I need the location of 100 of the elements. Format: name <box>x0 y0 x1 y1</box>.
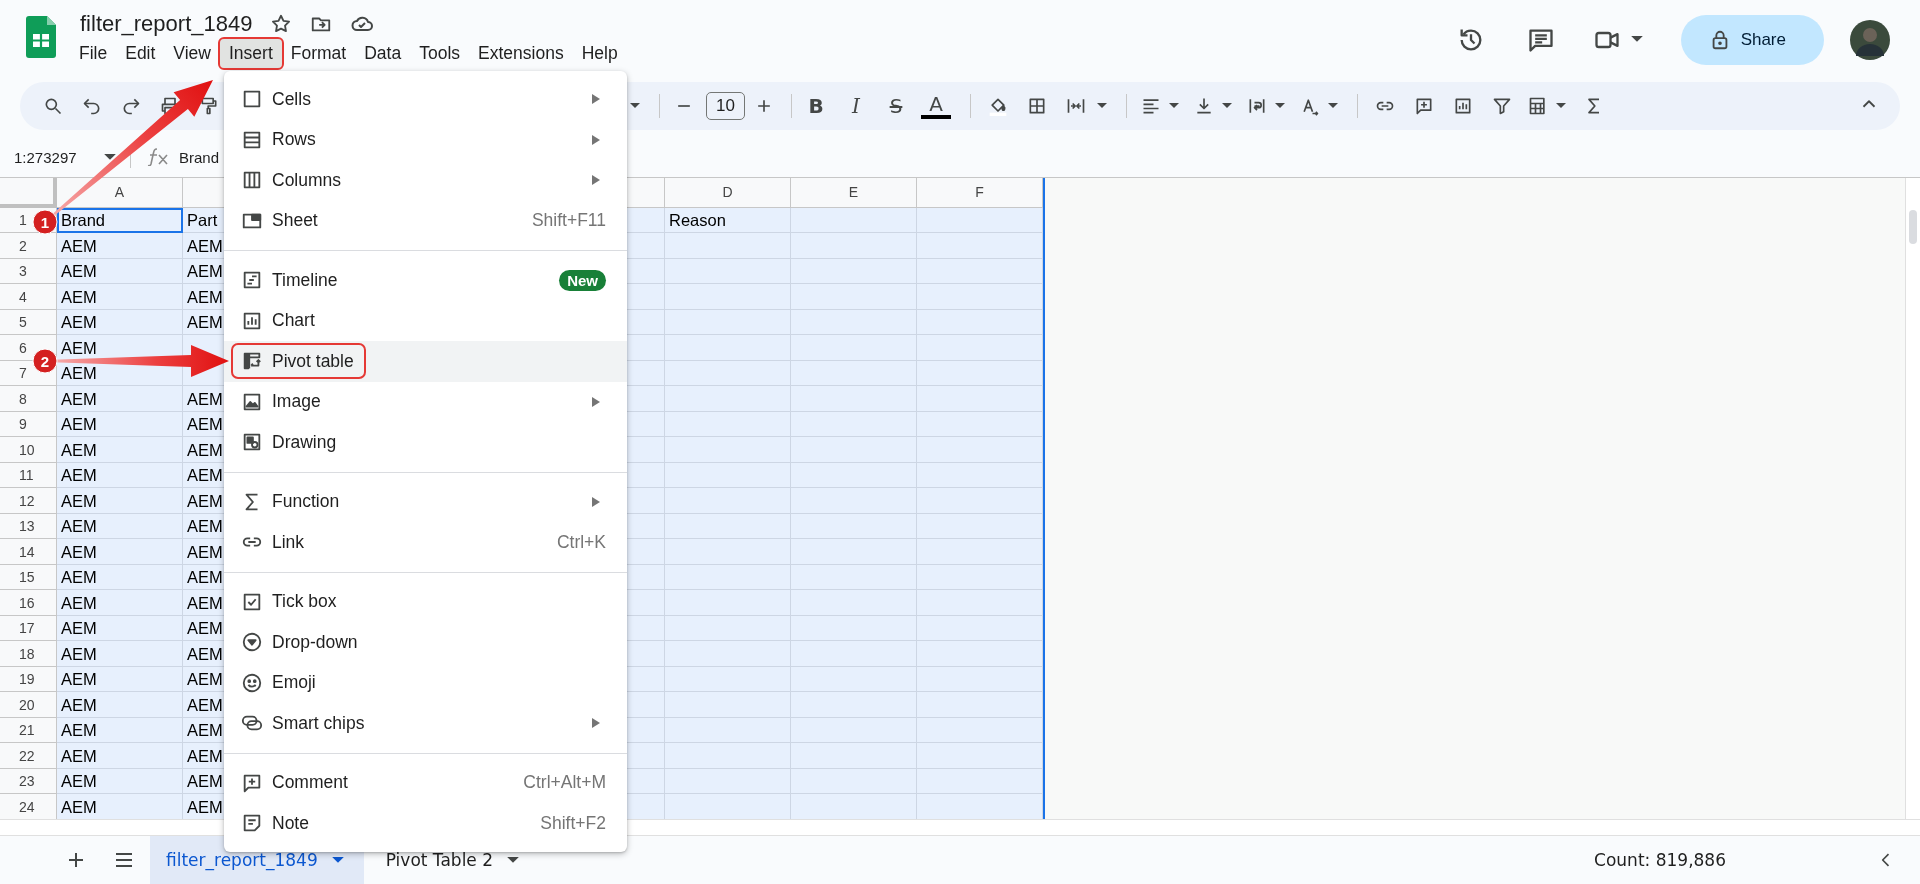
table-cell: AEM <box>57 666 183 693</box>
table-cell: Reason <box>665 207 791 234</box>
row-number[interactable]: 17 <box>19 620 35 637</box>
sheet-tab[interactable]: Pivot Table 2 <box>369 836 540 884</box>
row-number[interactable]: 21 <box>19 722 35 739</box>
menu-item[interactable]: Cells <box>233 83 321 116</box>
table-cell: AEM <box>57 462 183 489</box>
column-header[interactable]: A <box>57 177 183 208</box>
table-cell: AEM <box>57 258 183 285</box>
caret-icon[interactable] <box>1328 102 1338 109</box>
row-number[interactable]: 24 <box>19 798 35 815</box>
row-number[interactable]: 19 <box>19 671 35 688</box>
menu-item[interactable]: Columns <box>233 164 352 197</box>
caret-icon[interactable] <box>507 856 520 864</box>
row-number[interactable]: 3 <box>19 263 27 280</box>
table-cell: AEM <box>57 717 183 744</box>
table-cell: AEM <box>57 284 183 310</box>
italic-button[interactable]: I <box>841 93 871 118</box>
menu-bar-item[interactable]: Data <box>355 39 411 69</box>
menu-bar-item[interactable]: Tools <box>410 39 470 69</box>
table-cell: AEM <box>57 513 183 540</box>
step-number-badge: 2 <box>32 348 58 374</box>
table-cell: AEM <box>57 437 183 463</box>
table-cell: AEM <box>57 590 183 616</box>
share-button[interactable]: Share <box>1680 14 1824 65</box>
caret-icon[interactable] <box>1275 102 1285 109</box>
shortcut-text: Shift+F11 <box>531 210 606 232</box>
table-cell: AEM <box>57 539 183 565</box>
row-number[interactable]: 4 <box>19 288 27 305</box>
menu-bar-item[interactable]: Extensions <box>469 39 573 69</box>
caret-icon[interactable] <box>630 102 640 109</box>
shortcut-text: Shift+F2 <box>540 812 606 834</box>
paint-format-icon[interactable] <box>199 95 219 116</box>
table-cell: AEM <box>57 411 183 438</box>
caret-icon[interactable] <box>1630 36 1643 44</box>
strikethrough-button[interactable]: S <box>881 93 911 118</box>
menu-bar-item[interactable]: Insert <box>220 39 282 69</box>
table-cell: AEM <box>57 488 183 514</box>
table-cell: AEM <box>57 233 183 259</box>
menu-bar-item[interactable]: View <box>164 39 220 69</box>
row-number[interactable]: 1 <box>19 212 27 229</box>
caret-icon[interactable] <box>1556 102 1566 109</box>
row-number[interactable]: 20 <box>19 696 35 713</box>
table-cell: AEM <box>57 743 183 769</box>
table-icon[interactable] <box>1528 95 1548 116</box>
bold-button[interactable]: B <box>801 93 831 118</box>
column-header[interactable]: E <box>791 177 917 208</box>
row-number[interactable]: 10 <box>19 441 35 458</box>
emoji-icon <box>241 671 263 694</box>
table-cell: AEM <box>57 564 183 591</box>
table-cell: AEM <box>57 615 183 642</box>
row-number[interactable]: 23 <box>19 773 35 790</box>
table-cell: Brand <box>57 207 183 234</box>
caret-icon[interactable] <box>1097 102 1107 109</box>
font-size-field[interactable]: 10 <box>706 91 745 120</box>
avatar[interactable] <box>1850 19 1890 60</box>
formula-field[interactable]: Brand <box>179 148 220 166</box>
scrollbar[interactable] <box>1905 177 1920 819</box>
menu-bar-item[interactable]: File <box>70 39 117 69</box>
table-cell: AEM <box>57 692 183 718</box>
shortcut-text: Ctrl+Alt+M <box>523 772 606 794</box>
table-cell: AEM <box>57 309 183 336</box>
step-number-badge: 1 <box>32 209 58 235</box>
row-number[interactable]: 15 <box>19 569 35 586</box>
row-number[interactable]: 6 <box>19 339 27 356</box>
document-title[interactable]: filter_report_1849 <box>80 11 253 38</box>
row-number[interactable]: 14 <box>19 543 35 560</box>
sheets-logo[interactable] <box>26 15 56 58</box>
table-cell: AEM <box>57 641 183 667</box>
row-number[interactable]: 2 <box>19 237 27 254</box>
row-number[interactable]: 18 <box>19 645 35 662</box>
row-number[interactable]: 8 <box>19 390 27 407</box>
row-number[interactable]: 11 <box>19 467 34 484</box>
row-number[interactable]: 22 <box>19 747 35 764</box>
dropdown-icon <box>241 631 263 654</box>
row-number[interactable]: 7 <box>19 365 27 382</box>
shortcut-text: Ctrl+K <box>556 531 606 553</box>
menu-bar-item[interactable]: Edit <box>116 39 165 69</box>
new-badge: New <box>559 269 606 291</box>
caret-icon[interactable] <box>1222 102 1232 109</box>
row-number[interactable]: 13 <box>19 518 35 535</box>
caret-icon[interactable] <box>104 153 116 161</box>
column-header[interactable]: D <box>665 177 791 208</box>
row-number[interactable]: 9 <box>19 416 27 433</box>
caret-icon[interactable] <box>1169 102 1179 109</box>
menu-item[interactable]: Rows <box>233 123 326 156</box>
caret-icon[interactable] <box>331 856 344 864</box>
row-number[interactable]: 5 <box>19 314 27 331</box>
table-cell: AEM <box>57 794 183 819</box>
function-icon <box>147 148 169 167</box>
name-box[interactable]: 1:273297 <box>14 148 104 166</box>
table-cell: AEM <box>57 386 183 412</box>
table-cell: AEM <box>57 768 183 795</box>
text-color-button[interactable]: A <box>921 92 951 119</box>
row-number[interactable]: 16 <box>19 594 35 611</box>
menu-bar-item[interactable]: Help <box>572 39 627 69</box>
row-number[interactable]: 12 <box>19 492 35 509</box>
menu-bar-item[interactable]: Format <box>281 39 356 69</box>
count-summary[interactable]: Count: 819,886 <box>1594 850 1726 870</box>
column-header[interactable]: F <box>917 177 1043 208</box>
